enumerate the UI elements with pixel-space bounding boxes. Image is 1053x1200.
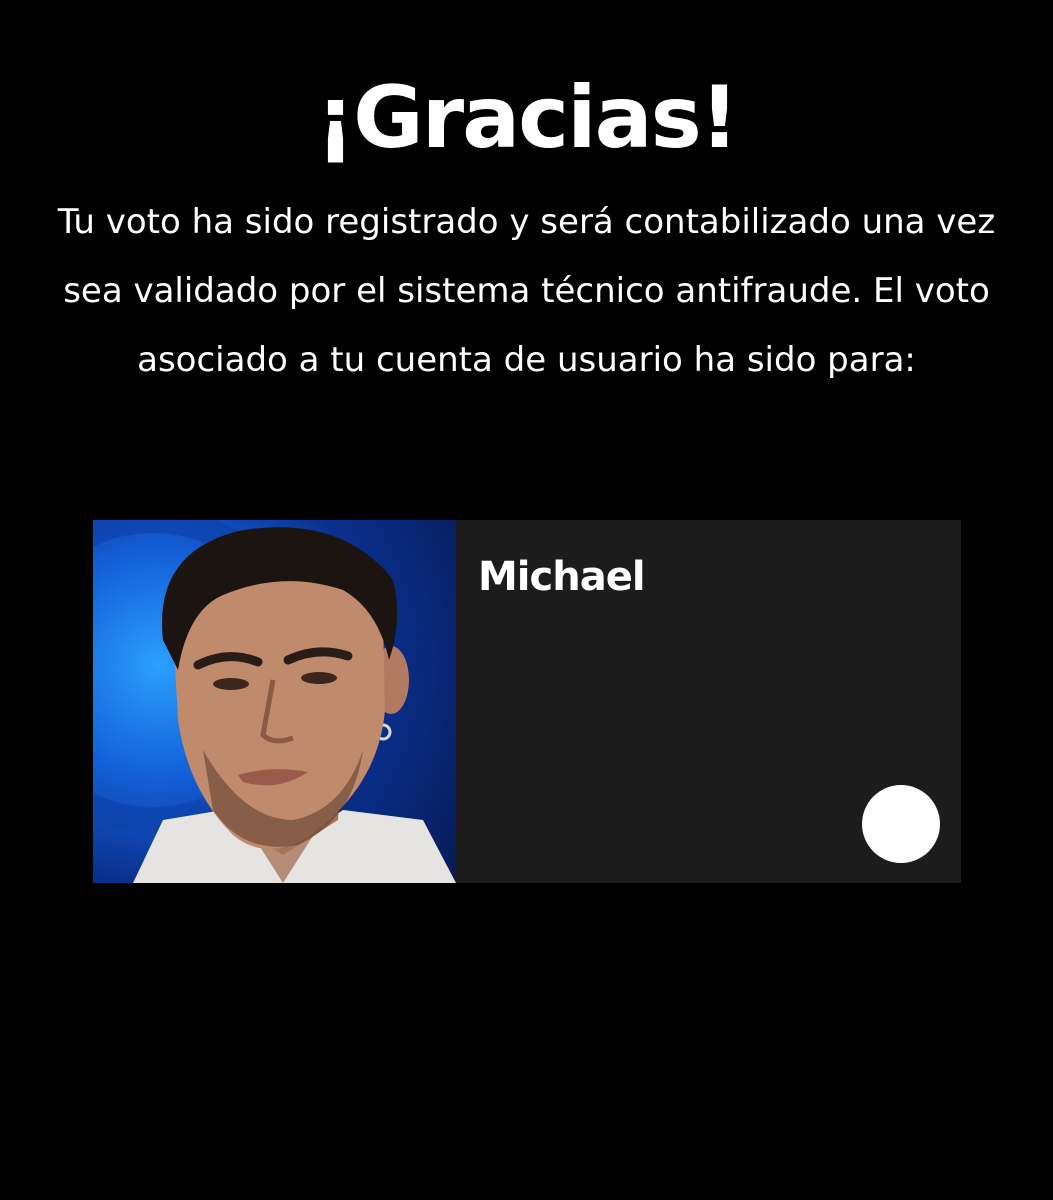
candidate-info: Michael bbox=[456, 520, 961, 883]
selection-radio-indicator[interactable] bbox=[862, 785, 940, 863]
vote-confirmation-message: Tu voto ha sido registrado y será contab… bbox=[57, 202, 996, 380]
page-title: ¡Gracias! bbox=[315, 68, 739, 168]
candidate-photo bbox=[93, 520, 456, 883]
portrait-illustration bbox=[93, 520, 456, 883]
candidate-card: Michael bbox=[93, 520, 961, 883]
candidate-name: Michael bbox=[478, 554, 646, 600]
